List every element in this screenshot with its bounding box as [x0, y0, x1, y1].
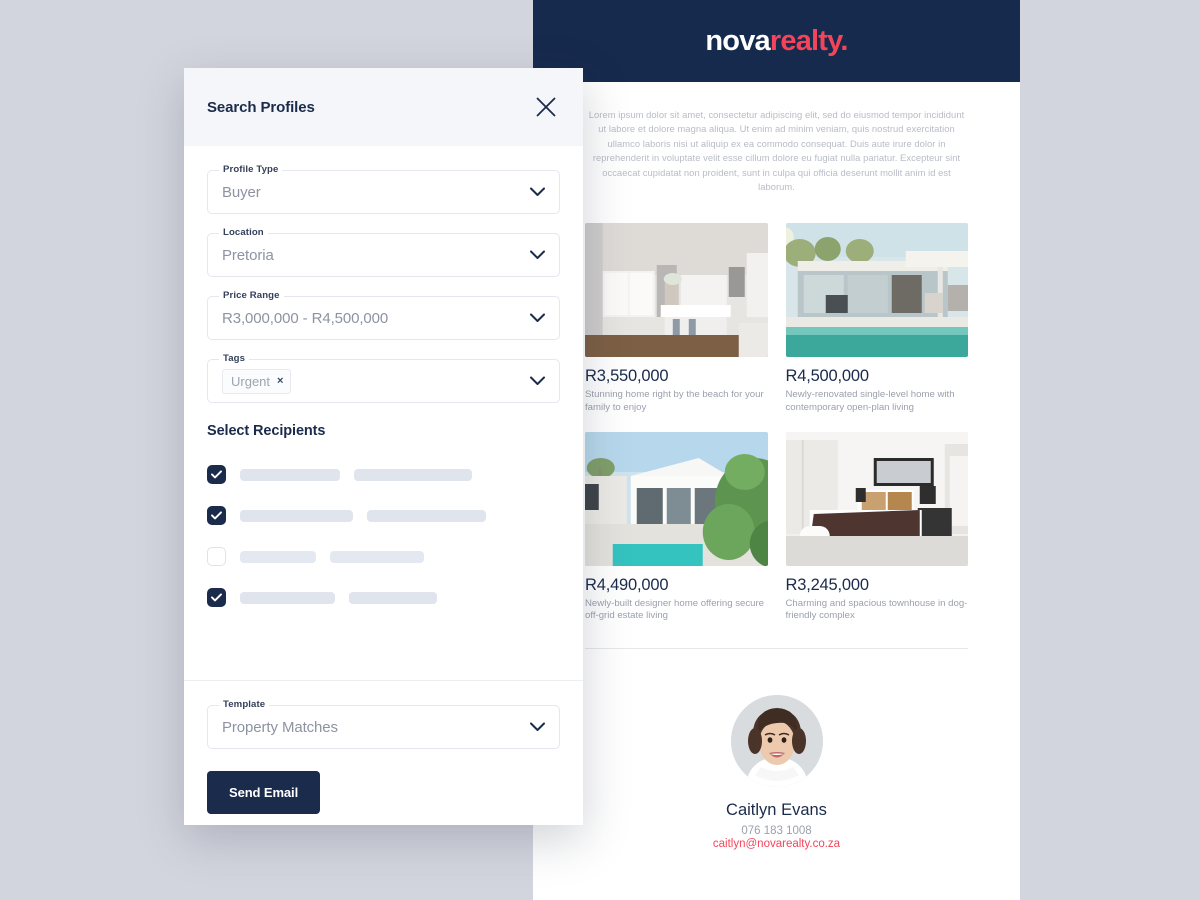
property-card[interactable]: R4,500,000 Newly-renovated single-level … — [785, 223, 968, 414]
recipient-row[interactable] — [207, 506, 560, 525]
price-range-value: R3,000,000 - R4,500,000 — [222, 309, 389, 327]
profile-type-value: Buyer — [222, 183, 261, 201]
modal-title: Search Profiles — [207, 98, 315, 116]
property-description: Newly-renovated single-level home with c… — [785, 389, 955, 414]
property-description: Charming and spacious townhouse in dog-f… — [785, 597, 968, 622]
property-image-kitchen-interior — [585, 223, 768, 358]
recipient-name-placeholder — [240, 591, 335, 604]
property-price: R4,490,000 — [585, 575, 669, 594]
logo-text-realty: realty. — [769, 24, 849, 57]
property-card[interactable]: R3,245,000 Charming and spacious townhou… — [785, 431, 968, 623]
location-select[interactable]: Location Pretoria — [207, 227, 560, 277]
location-label: Location — [219, 227, 268, 238]
property-description: Newly-built designer home offering secur… — [585, 597, 764, 622]
profile-type-label: Profile Type — [219, 164, 283, 175]
price-range-select[interactable]: Price Range R3,000,000 - R4,500,000 — [207, 290, 560, 340]
agent-email[interactable]: caitlyn@novarealty.co.za — [533, 838, 1020, 850]
property-description: Stunning home right by the beach for you… — [585, 389, 764, 414]
modal-footer: Template Property Matches Send Email — [184, 680, 583, 825]
agent-name: Caitlyn Evans — [726, 800, 827, 819]
recipient-checkbox[interactable] — [207, 506, 226, 525]
recipient-email-placeholder — [367, 509, 486, 522]
recipient-row[interactable] — [207, 547, 560, 566]
tag-chip-label: Urgent — [231, 373, 271, 389]
agent-contact-block: Caitlyn Evans 076 183 1008 caitlyn@novar… — [533, 694, 1020, 850]
agent-avatar — [730, 694, 823, 787]
recipient-row[interactable] — [207, 465, 560, 484]
recipient-checkbox[interactable] — [207, 547, 226, 566]
recipient-row[interactable] — [207, 588, 560, 607]
chevron-down-icon[interactable] — [530, 187, 545, 197]
recipient-name-placeholder — [240, 509, 353, 522]
email-intro-paragraph: Lorem ipsum dolor sit amet, consectetur … — [588, 109, 965, 193]
price-range-label: Price Range — [219, 290, 284, 301]
chevron-down-icon[interactable] — [530, 250, 545, 260]
chevron-down-icon[interactable] — [530, 722, 545, 732]
property-price: R4,500,000 — [785, 367, 870, 386]
chevron-down-icon[interactable] — [530, 313, 545, 323]
novarealty-logo: novarealty. — [705, 24, 849, 58]
agent-phone: 076 183 1008 — [741, 824, 812, 837]
tag-remove-icon[interactable]: × — [277, 375, 283, 387]
recipient-email-placeholder — [330, 550, 424, 563]
chevron-down-icon[interactable] — [530, 376, 545, 386]
modal-header: Search Profiles — [184, 68, 583, 146]
email-preview-panel: novarealty. Lorem ipsum dolor sit amet, … — [533, 0, 1020, 900]
property-price: R3,550,000 — [585, 367, 669, 386]
recipients-list — [207, 465, 560, 607]
location-value: Pretoria — [222, 246, 274, 264]
tag-chip-urgent: Urgent × — [222, 368, 292, 394]
property-image-modern-house-pool — [785, 223, 968, 358]
recipient-checkbox[interactable] — [207, 465, 226, 484]
email-body: Lorem ipsum dolor sit amet, consectetur … — [533, 82, 1020, 623]
recipient-name-placeholder — [240, 550, 316, 563]
property-price: R3,245,000 — [785, 575, 870, 594]
tags-label: Tags — [219, 353, 250, 364]
property-image-white-villa-pool — [585, 431, 768, 566]
modal-content: Profile Type Buyer Location Pretoria Pri… — [184, 146, 583, 680]
property-image-bedroom-interior — [785, 431, 968, 566]
search-profiles-modal: Search Profiles Profile Type Buyer Locat… — [184, 68, 583, 825]
recipient-name-placeholder — [240, 468, 340, 481]
email-header: novarealty. — [533, 0, 1020, 82]
template-select[interactable]: Template Property Matches — [207, 699, 560, 749]
email-divider — [585, 647, 968, 649]
template-label: Template — [219, 699, 270, 710]
template-value: Property Matches — [222, 718, 338, 736]
recipient-email-placeholder — [349, 591, 437, 604]
select-recipients-heading: Select Recipients — [207, 423, 326, 439]
recipient-email-placeholder — [354, 468, 472, 481]
logo-text-nova: nova — [705, 24, 770, 57]
tags-select[interactable]: Tags Urgent × — [207, 353, 560, 403]
property-card[interactable]: R4,490,000 Newly-built designer home off… — [585, 431, 768, 623]
property-grid: R3,550,000 Stunning home right by the be… — [585, 223, 968, 622]
profile-type-select[interactable]: Profile Type Buyer — [207, 164, 560, 214]
send-email-button[interactable]: Send Email — [207, 771, 321, 814]
property-card[interactable]: R3,550,000 Stunning home right by the be… — [585, 223, 768, 414]
recipient-checkbox[interactable] — [207, 588, 226, 607]
close-icon[interactable] — [531, 92, 561, 122]
